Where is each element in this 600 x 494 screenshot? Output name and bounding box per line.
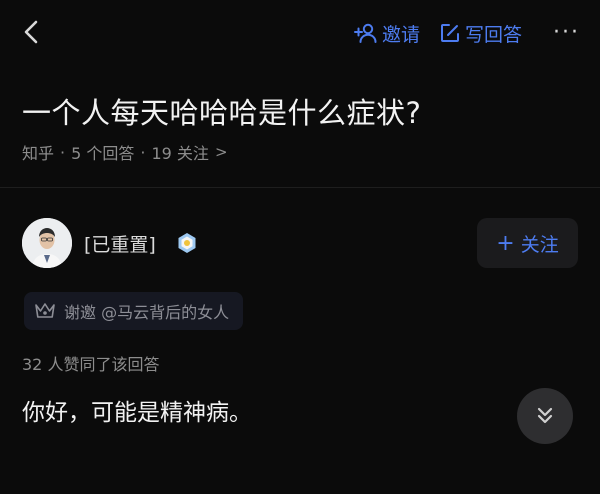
meta-separator: · <box>60 142 66 162</box>
edit-icon <box>441 24 459 42</box>
double-chevron-down-icon <box>537 407 553 424</box>
question-meta[interactable]: 知乎 · 5 个回答 · 19 关注 > <box>22 140 228 164</box>
follow-button[interactable]: + 关注 <box>477 218 578 268</box>
follower-count: 19 关注 <box>151 144 209 163</box>
top-bar: 邀请 写回答 ··· <box>0 0 600 66</box>
plus-icon: + <box>496 230 515 256</box>
back-icon[interactable] <box>18 18 46 46</box>
add-user-icon <box>354 23 377 43</box>
write-answer-button[interactable]: 写回答 <box>440 18 522 48</box>
source-label: 知乎 <box>22 144 55 163</box>
invite-tag-text: 谢邀 @马云背后的女人 <box>64 303 230 322</box>
divider <box>0 187 600 188</box>
invite-label: 邀请 <box>382 23 421 46</box>
answer-count: 5 个回答 <box>71 144 135 163</box>
vote-count: 32 人赞同了该回答 <box>22 355 160 374</box>
follow-label: 关注 <box>520 233 559 256</box>
more-icon[interactable]: ··· <box>553 20 580 46</box>
chevron-right-icon: > <box>214 143 228 161</box>
answer-content: 你好，可能是精神病。 <box>22 400 252 426</box>
verified-badge-icon <box>176 232 198 254</box>
avatar[interactable] <box>22 218 72 268</box>
crown-icon <box>35 303 55 318</box>
invite-tag: 谢邀 @马云背后的女人 <box>24 292 244 330</box>
meta-separator: · <box>140 142 146 162</box>
question-title: 一个人每天哈哈哈是什么症状? <box>22 96 422 130</box>
scroll-next-button[interactable] <box>517 388 573 444</box>
invite-button[interactable]: 邀请 <box>354 18 420 48</box>
write-label: 写回答 <box>465 23 523 46</box>
author-name[interactable]: [已重置] <box>84 230 156 257</box>
